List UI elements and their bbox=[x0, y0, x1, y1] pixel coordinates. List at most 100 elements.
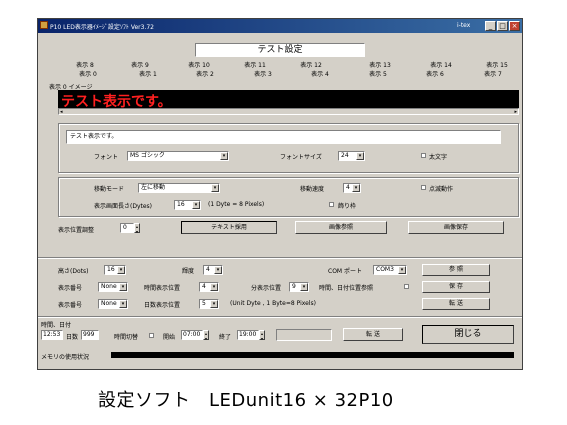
time-field[interactable]: 12:53 bbox=[41, 330, 63, 340]
frame-checkbox[interactable] bbox=[329, 202, 334, 207]
image-save-button[interactable]: 画像保存 bbox=[408, 221, 504, 234]
tab-strip: 表示 8 表示 9 表示 10 表示 11 表示 12 表示 13 表示 14 … bbox=[58, 61, 522, 81]
header-title: テスト設定 bbox=[195, 43, 365, 57]
time-position-value: 4 bbox=[202, 283, 206, 290]
memory-label: メモリの使用状況 bbox=[41, 354, 90, 361]
ref-button[interactable]: 参 照 bbox=[422, 264, 490, 276]
chevron-down-icon[interactable]: ▾ bbox=[220, 152, 228, 160]
display-number-label: 表示番号 bbox=[58, 285, 83, 292]
tab-display-8[interactable]: 表示 8 bbox=[58, 61, 112, 70]
datetime-ref-label: 時間、日付位置参照 bbox=[319, 285, 374, 292]
tab-display-1[interactable]: 表示 1 bbox=[121, 70, 175, 79]
sec-position-select[interactable]: 9 ▾ bbox=[289, 282, 309, 292]
switch-checkbox[interactable] bbox=[149, 333, 154, 338]
date-position-select[interactable]: 5 ▾ bbox=[199, 299, 219, 309]
display-number-select[interactable]: None ▾ bbox=[98, 282, 128, 292]
chevron-down-icon[interactable]: ▾ bbox=[356, 152, 364, 160]
scroll-right-icon[interactable]: ▸ bbox=[514, 109, 517, 115]
start-time-field[interactable]: 07:00 bbox=[181, 330, 203, 340]
height-label: 高さ(Dots) bbox=[58, 268, 89, 275]
save-button[interactable]: 保 存 bbox=[422, 281, 490, 293]
chevron-down-icon[interactable]: ▾ bbox=[398, 266, 406, 274]
move-mode-select[interactable]: 左に移動 ▾ bbox=[138, 183, 220, 193]
com-port-select[interactable]: COM3 ▾ bbox=[373, 265, 407, 275]
end-label: 終了 bbox=[219, 334, 232, 341]
time-position-select[interactable]: 4 ▾ bbox=[199, 282, 219, 292]
chevron-down-icon[interactable]: ▾ bbox=[352, 184, 360, 192]
tab-display-10[interactable]: 表示 10 bbox=[172, 61, 226, 70]
display-number-value: None bbox=[101, 283, 117, 290]
end-time-field[interactable]: 19:00 bbox=[237, 330, 259, 340]
chevron-down-icon[interactable]: ▾ bbox=[300, 283, 308, 291]
move-speed-value: 4 bbox=[346, 184, 350, 191]
close-icon[interactable]: × bbox=[509, 21, 520, 31]
screen-length-label: 表示画面長さ(Dytes) bbox=[94, 203, 153, 210]
tab-display-11[interactable]: 表示 11 bbox=[228, 61, 282, 70]
screen-length-select[interactable]: 16 ▾ bbox=[174, 200, 201, 210]
height-select[interactable]: 16 ▾ bbox=[104, 265, 126, 275]
send-button-2[interactable]: 転 送 bbox=[343, 328, 403, 341]
move-mode-value: 左に移動 bbox=[141, 184, 166, 191]
chevron-down-icon[interactable]: ▾ bbox=[117, 266, 125, 274]
brightness-select[interactable]: 4 ▾ bbox=[203, 265, 223, 275]
blink-label: 点滅動作 bbox=[429, 186, 454, 193]
bold-checkbox[interactable] bbox=[421, 153, 426, 158]
brand-label: i-tex bbox=[457, 22, 471, 29]
font-size-label: フォントサイズ bbox=[280, 154, 322, 161]
position-input[interactable]: 0 bbox=[120, 223, 134, 233]
start-time-spinner[interactable]: ▴ ▾ bbox=[203, 330, 209, 341]
tab-display-14[interactable]: 表示 14 bbox=[414, 61, 468, 70]
chevron-down-icon[interactable]: ▾ bbox=[210, 300, 218, 308]
scroll-left-icon[interactable]: ◂ bbox=[60, 109, 63, 115]
memory-usage-bar bbox=[111, 352, 514, 358]
unit-note: (Unit Dyte , 1 Byte=8 Pixels) bbox=[230, 300, 316, 307]
window-title: P10 LED表示器ｲﾒｰｼﾞ設定ｿﾌﾄ Ver3.72 bbox=[50, 24, 154, 31]
screen-length-value: 16 bbox=[177, 201, 185, 208]
position-label: 表示位置調整 bbox=[58, 227, 95, 234]
move-speed-select[interactable]: 4 ▾ bbox=[343, 183, 361, 193]
tab-display-13[interactable]: 表示 13 bbox=[353, 61, 407, 70]
tab-display-9[interactable]: 表示 9 bbox=[113, 61, 167, 70]
tab-display-4[interactable]: 表示 4 bbox=[293, 70, 347, 79]
com-port-value: COM3 bbox=[376, 266, 394, 273]
app-icon bbox=[40, 21, 48, 29]
datetime-ref-checkbox[interactable] bbox=[404, 284, 409, 289]
movement-group bbox=[58, 177, 519, 217]
display-number-2-select[interactable]: None ▾ bbox=[98, 299, 128, 309]
blink-checkbox[interactable] bbox=[421, 185, 426, 190]
display-number-2-label: 表示番号 bbox=[58, 302, 83, 309]
days-field[interactable]: 999 bbox=[81, 330, 99, 340]
tab-display-7[interactable]: 表示 7 bbox=[466, 70, 520, 79]
display-number-2-value: None bbox=[101, 300, 117, 307]
tab-display-6[interactable]: 表示 6 bbox=[408, 70, 462, 79]
minimize-icon[interactable]: _ bbox=[485, 21, 496, 31]
bold-label: 太文字 bbox=[429, 154, 448, 161]
tab-display-15[interactable]: 表示 15 bbox=[470, 61, 524, 70]
end-time-spinner[interactable]: ▴ ▾ bbox=[259, 330, 265, 341]
image-ref-button[interactable]: 画像参照 bbox=[295, 221, 387, 234]
close-button[interactable]: 閉じる bbox=[422, 325, 514, 344]
text-adopt-button[interactable]: テキスト採用 bbox=[181, 221, 277, 234]
tab-display-0[interactable]: 表示 0 bbox=[61, 70, 115, 79]
chevron-down-icon[interactable]: ▾ bbox=[192, 201, 200, 209]
chevron-down-icon[interactable]: ▾ bbox=[119, 283, 127, 291]
screen-length-note: (1 Dyte = 8 Pixels) bbox=[208, 201, 265, 208]
font-label: フォント bbox=[94, 154, 119, 161]
sec-position-label: 分表示位置 bbox=[251, 285, 282, 292]
com-port-label: COM ポート bbox=[328, 268, 362, 275]
send-button[interactable]: 転 送 bbox=[422, 298, 490, 310]
maximize-icon[interactable]: □ bbox=[497, 21, 508, 31]
display-text-input[interactable]: テスト表示です。 bbox=[66, 130, 501, 144]
chevron-down-icon[interactable]: ▾ bbox=[119, 300, 127, 308]
tab-display-3[interactable]: 表示 3 bbox=[236, 70, 290, 79]
preview-scrollbar[interactable]: ◂ ▸ bbox=[58, 108, 519, 115]
tab-display-5[interactable]: 表示 5 bbox=[351, 70, 405, 79]
font-select[interactable]: MS ゴシック ▾ bbox=[127, 151, 229, 161]
tab-display-12[interactable]: 表示 12 bbox=[284, 61, 338, 70]
position-spinner[interactable]: ▴ ▾ bbox=[134, 223, 140, 234]
chevron-down-icon[interactable]: ▾ bbox=[214, 266, 222, 274]
chevron-down-icon[interactable]: ▾ bbox=[210, 283, 218, 291]
chevron-down-icon[interactable]: ▾ bbox=[211, 184, 219, 192]
tab-display-2[interactable]: 表示 2 bbox=[178, 70, 232, 79]
font-size-select[interactable]: 24 ▾ bbox=[338, 151, 365, 161]
